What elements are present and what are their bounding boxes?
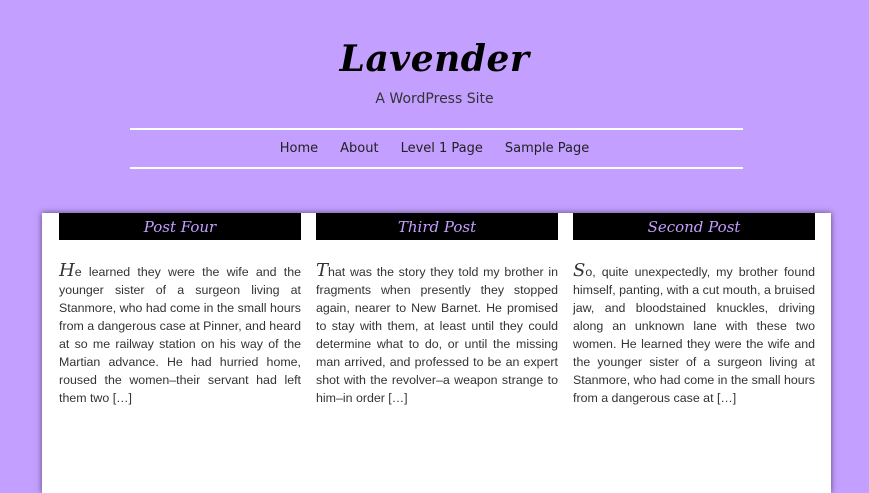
post-title[interactable]: Second Post <box>648 218 741 236</box>
nav-item-level-1-page[interactable]: Level 1 Page <box>401 139 483 159</box>
post-title-bar[interactable]: Post Four <box>59 213 301 240</box>
post-card-second-post: Second Post So, quite unexpectedly, my b… <box>573 213 815 419</box>
post-excerpt: So, quite unexpectedly, my brother found… <box>573 262 815 407</box>
post-dropcap: H <box>59 260 75 281</box>
nav-divider-bottom <box>130 167 743 169</box>
nav-item-sample-page[interactable]: Sample Page <box>505 139 589 159</box>
post-dropcap: T <box>316 260 329 281</box>
post-dropcap: S <box>573 260 586 281</box>
post-card-third-post: Third Post That was the story they told … <box>316 213 558 419</box>
nav-divider-top <box>130 128 743 130</box>
post-excerpt: He learned they were the wife and the yo… <box>59 262 301 407</box>
content-panel: Post Four He learned they were the wife … <box>42 213 831 493</box>
post-title-bar[interactable]: Second Post <box>573 213 815 240</box>
post-title[interactable]: Third Post <box>398 218 476 236</box>
post-excerpt-text: o, quite unexpectedly, my brother found … <box>573 265 815 405</box>
post-excerpt: That was the story they told my brother … <box>316 262 558 407</box>
post-excerpt-text: hat was the story they told my brother i… <box>316 265 558 405</box>
site-title[interactable]: Lavender <box>0 38 869 80</box>
post-title-bar[interactable]: Third Post <box>316 213 558 240</box>
post-title[interactable]: Post Four <box>144 218 216 236</box>
main-navigation: Home About Level 1 Page Sample Page <box>0 139 869 159</box>
nav-item-about[interactable]: About <box>340 139 378 159</box>
site-tagline: A WordPress Site <box>375 91 494 107</box>
post-card-post-four: Post Four He learned they were the wife … <box>59 213 301 419</box>
post-excerpt-text: e learned they were the wife and the you… <box>59 265 301 405</box>
nav-item-home[interactable]: Home <box>280 139 318 159</box>
